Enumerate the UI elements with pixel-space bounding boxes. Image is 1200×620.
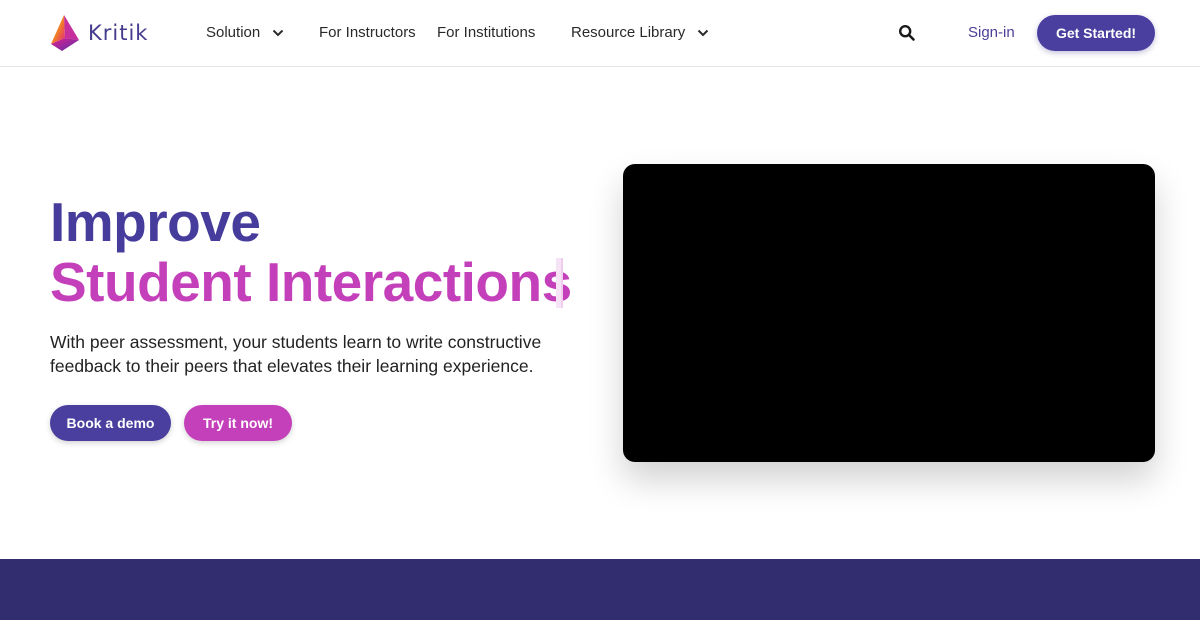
search-icon[interactable]: [898, 24, 916, 42]
logo[interactable]: Kritik: [50, 14, 148, 52]
navbar: Kritik Solution For Instructors For Inst…: [0, 0, 1200, 67]
nav-solution[interactable]: Solution: [206, 24, 284, 41]
logo-text: Kritik: [88, 21, 149, 45]
sign-in-link[interactable]: Sign-in: [968, 24, 1015, 41]
chevron-down-icon: [698, 29, 709, 36]
nav-for-instructors[interactable]: For Instructors: [319, 24, 416, 41]
kritik-logo-icon: [51, 15, 79, 51]
try-now-button[interactable]: Try it now!: [184, 405, 292, 441]
footer-band: [0, 559, 1200, 620]
nav-resource-library[interactable]: Resource Library: [571, 24, 709, 41]
video-player[interactable]: [623, 164, 1155, 462]
get-started-button[interactable]: Get Started!: [1037, 15, 1155, 51]
hero-title-line1: Improve: [50, 191, 261, 253]
nav-for-instructors-label: For Instructors: [319, 24, 416, 41]
chevron-down-icon: [273, 29, 284, 36]
nav-solution-label: Solution: [206, 24, 261, 41]
nav-for-institutions-label: For Institutions: [437, 24, 536, 41]
nav-resource-library-label: Resource Library: [571, 24, 686, 41]
hero-description: With peer assessment, your students lear…: [50, 332, 542, 376]
nav-for-institutions[interactable]: For Institutions: [437, 24, 535, 41]
book-demo-button[interactable]: Book a demo: [50, 405, 171, 441]
typing-cursor: [556, 258, 563, 308]
hero-title-line2: Student Interactions: [50, 251, 572, 313]
